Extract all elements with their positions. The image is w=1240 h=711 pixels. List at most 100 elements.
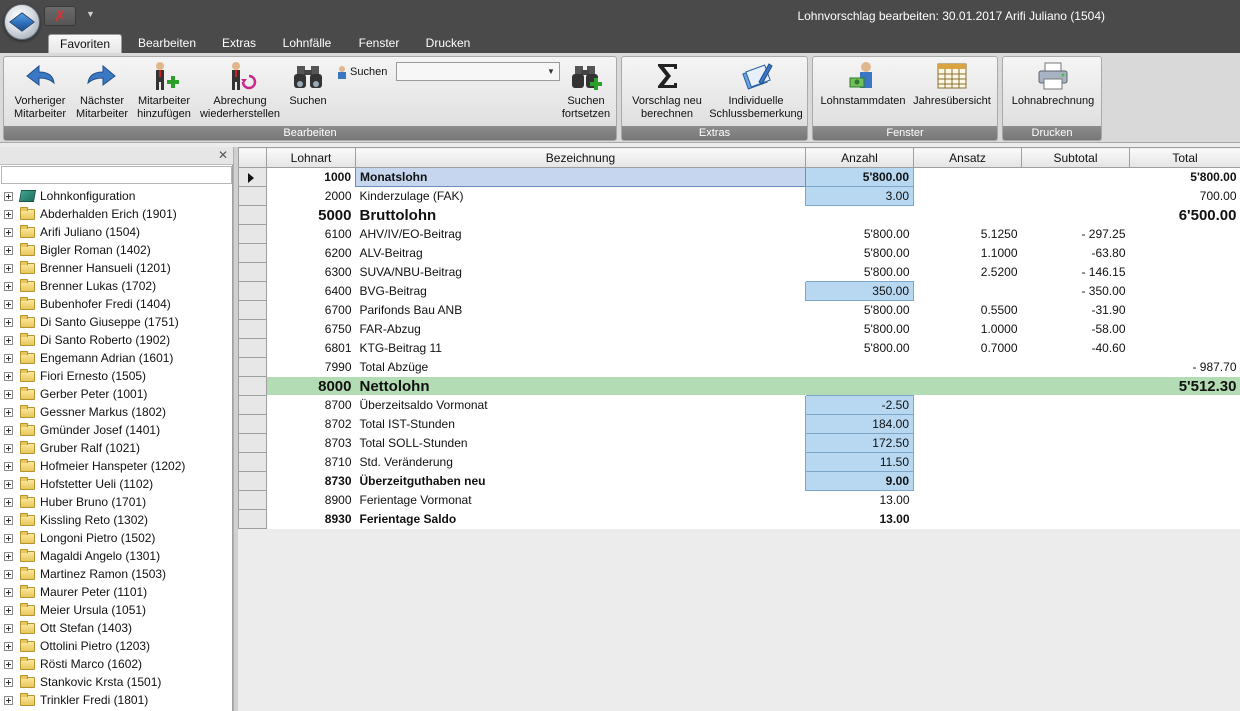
- table-row[interactable]: 2000 Kinderzulage (FAK) 3.00 700.00: [238, 186, 1240, 206]
- cell-ansatz[interactable]: 1.0000: [913, 319, 1022, 339]
- cell-lohnart[interactable]: 6400: [266, 281, 356, 301]
- cell-anzahl[interactable]: [805, 376, 914, 396]
- close-icon[interactable]: ✕: [218, 148, 228, 162]
- tree-node-employee[interactable]: Brenner Hansueli (1201): [0, 259, 233, 277]
- row-selector[interactable]: [238, 433, 267, 453]
- tree-filter-input[interactable]: [1, 166, 232, 184]
- expand-icon[interactable]: [4, 300, 13, 309]
- cell-ansatz[interactable]: 1.1000: [913, 243, 1022, 263]
- expand-icon[interactable]: [4, 246, 13, 255]
- table-row[interactable]: 8900 Ferientage Vormonat 13.00: [238, 490, 1240, 510]
- row-selector[interactable]: [238, 167, 267, 187]
- expand-icon[interactable]: [4, 624, 13, 633]
- search-input[interactable]: [396, 62, 560, 81]
- cell-anzahl[interactable]: [805, 357, 914, 377]
- expand-icon[interactable]: [4, 372, 13, 381]
- tree-node-employee[interactable]: Gerber Peter (1001): [0, 385, 233, 403]
- cell-lohnart[interactable]: 8710: [266, 452, 356, 472]
- expand-icon[interactable]: [4, 408, 13, 417]
- cell-ansatz[interactable]: [913, 433, 1022, 453]
- cell-lohnart[interactable]: 8702: [266, 414, 356, 434]
- expand-icon[interactable]: [4, 336, 13, 345]
- cell-anzahl[interactable]: 350.00: [805, 281, 914, 301]
- expand-icon[interactable]: [4, 660, 13, 669]
- cell-lohnart[interactable]: 6100: [266, 224, 356, 244]
- annual-overview-button[interactable]: Jahresübersicht: [909, 60, 995, 108]
- tree-node-employee[interactable]: Ottolini Pietro (1203): [0, 637, 233, 655]
- cell-ansatz[interactable]: 0.7000: [913, 338, 1022, 358]
- cell-bezeichnung[interactable]: Total SOLL-Stunden: [355, 433, 806, 453]
- recalculate-button[interactable]: Vorschlag neu berechnen: [626, 60, 708, 121]
- cell-ansatz[interactable]: [913, 281, 1022, 301]
- expand-icon[interactable]: [4, 552, 13, 561]
- cell-anzahl[interactable]: 9.00: [805, 471, 914, 491]
- cell-lohnart[interactable]: 6300: [266, 262, 356, 282]
- table-row[interactable]: 6750 FAR-Abzug 5'800.00 1.0000 -58.00: [238, 319, 1240, 339]
- cell-lohnart[interactable]: 2000: [266, 186, 356, 206]
- tree-node-employee[interactable]: Longoni Pietro (1502): [0, 529, 233, 547]
- column-header-subtotal[interactable]: Subtotal: [1021, 147, 1130, 168]
- payslip-print-button[interactable]: Lohnabrechnung: [1005, 60, 1101, 108]
- cell-lohnart[interactable]: 6200: [266, 243, 356, 263]
- individual-remark-button[interactable]: Individuelle Schlussbemerkung: [706, 60, 806, 121]
- row-selector[interactable]: [238, 395, 267, 415]
- row-selector[interactable]: [238, 205, 267, 225]
- expand-icon[interactable]: [4, 228, 13, 237]
- search-dropdown-icon[interactable]: ▼: [547, 67, 555, 76]
- expand-icon[interactable]: [4, 354, 13, 363]
- cell-bezeichnung[interactable]: FAR-Abzug: [355, 319, 806, 339]
- cell-ansatz[interactable]: [913, 490, 1022, 510]
- tree-node-employee[interactable]: Kissling Reto (1302): [0, 511, 233, 529]
- tree-node-employee[interactable]: Bubenhofer Fredi (1404): [0, 295, 233, 313]
- row-selector[interactable]: [238, 414, 267, 434]
- expand-icon[interactable]: [4, 588, 13, 597]
- cell-bezeichnung[interactable]: Ferientage Vormonat: [355, 490, 806, 510]
- row-selector[interactable]: [238, 224, 267, 244]
- cell-anzahl[interactable]: 13.00: [805, 490, 914, 510]
- cell-ansatz[interactable]: 0.5500: [913, 300, 1022, 320]
- row-selector[interactable]: [238, 471, 267, 491]
- cell-anzahl[interactable]: 5'800.00: [805, 300, 914, 320]
- column-header-lohnart[interactable]: Lohnart: [266, 147, 356, 168]
- table-row[interactable]: 8930 Ferientage Saldo 13.00: [238, 509, 1240, 529]
- expand-icon[interactable]: [4, 696, 13, 705]
- tree-node-employee[interactable]: Magaldi Angelo (1301): [0, 547, 233, 565]
- cell-anzahl[interactable]: 3.00: [805, 186, 914, 206]
- cell-lohnart[interactable]: 7990: [266, 357, 356, 377]
- tree-node-employee[interactable]: Engemann Adrian (1601): [0, 349, 233, 367]
- master-data-button[interactable]: Lohnstammdaten: [817, 60, 909, 108]
- tree-node-employee[interactable]: Abderhalden Erich (1901): [0, 205, 233, 223]
- previous-employee-button[interactable]: Vorheriger Mitarbeiter: [8, 60, 72, 121]
- table-row[interactable]: 8703 Total SOLL-Stunden 172.50: [238, 433, 1240, 453]
- cell-bezeichnung[interactable]: Nettolohn: [355, 376, 806, 396]
- expand-icon[interactable]: [4, 210, 13, 219]
- tree-node-employee[interactable]: Gmünder Josef (1401): [0, 421, 233, 439]
- cell-anzahl[interactable]: 172.50: [805, 433, 914, 453]
- table-row[interactable]: 1000 Monatslohn 5'800.00 5'800.00: [238, 167, 1240, 187]
- expand-icon[interactable]: [4, 390, 13, 399]
- cell-anzahl[interactable]: 5'800.00: [805, 338, 914, 358]
- cell-ansatz[interactable]: [913, 376, 1022, 396]
- cell-anzahl[interactable]: 13.00: [805, 509, 914, 529]
- search-continue-button[interactable]: Suchen fortsetzen: [558, 60, 614, 121]
- restore-payroll-button[interactable]: Abrechung wiederherstellen: [196, 60, 284, 121]
- search-button[interactable]: Suchen: [284, 60, 332, 108]
- expand-icon[interactable]: [4, 480, 13, 489]
- cell-bezeichnung[interactable]: Parifonds Bau ANB: [355, 300, 806, 320]
- cell-anzahl[interactable]: 5'800.00: [805, 224, 914, 244]
- cell-ansatz[interactable]: [913, 509, 1022, 529]
- cell-anzahl[interactable]: 5'800.00: [805, 243, 914, 263]
- expand-icon[interactable]: [4, 498, 13, 507]
- column-header-total[interactable]: Total: [1129, 147, 1240, 168]
- column-header-bezeichnung[interactable]: Bezeichnung: [355, 147, 806, 168]
- cell-bezeichnung[interactable]: Monatslohn: [355, 167, 806, 187]
- expand-icon[interactable]: [4, 516, 13, 525]
- tab-bearbeiten[interactable]: Bearbeiten: [130, 34, 204, 53]
- tree-node-employee[interactable]: Gessner Markus (1802): [0, 403, 233, 421]
- cell-ansatz[interactable]: 2.5200: [913, 262, 1022, 282]
- tree-node-employee[interactable]: Meier Ursula (1051): [0, 601, 233, 619]
- table-row[interactable]: 8730 Überzeitguthaben neu 9.00: [238, 471, 1240, 491]
- row-selector[interactable]: [238, 300, 267, 320]
- cell-ansatz[interactable]: [913, 452, 1022, 472]
- cell-ansatz[interactable]: [913, 167, 1022, 187]
